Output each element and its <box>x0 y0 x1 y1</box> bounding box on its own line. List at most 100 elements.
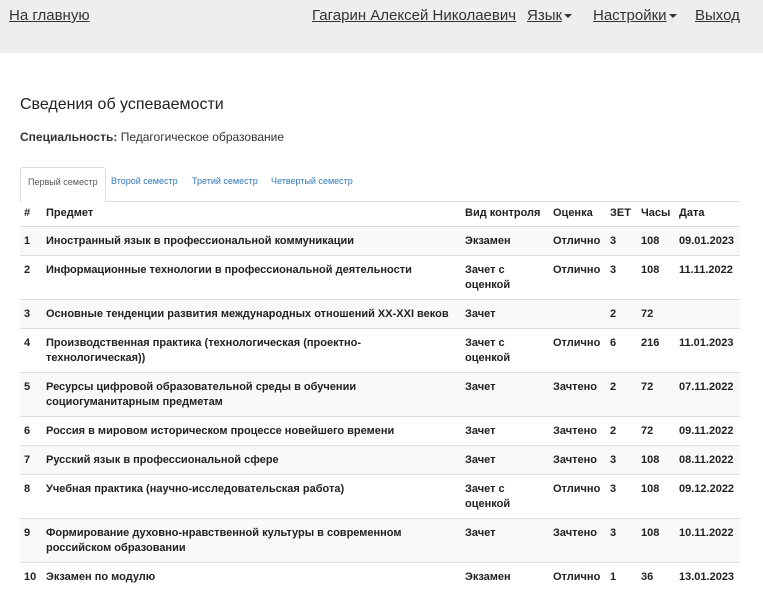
cell-date: 09.12.2022 <box>675 474 740 519</box>
cell-number: 5 <box>20 372 42 417</box>
cell-number: 6 <box>20 416 42 446</box>
cell-subject: Производственная практика (технологическ… <box>42 328 461 373</box>
header-control-type: Вид контроля <box>461 202 549 227</box>
cell-number: 9 <box>20 518 42 563</box>
cell-number: 2 <box>20 255 42 300</box>
specialty-info: Специальность: Педагогическое образовани… <box>20 130 284 144</box>
language-label: Язык <box>527 7 563 24</box>
caret-down-icon <box>564 14 573 19</box>
cell-control-type: Зачет <box>461 416 549 446</box>
table-row: 6 Россия в мировом историческом процессе … <box>20 416 740 446</box>
tab-first-semester[interactable]: Первый семестр <box>20 167 106 203</box>
cell-control-type: Зачет <box>461 518 549 563</box>
cell-control-type: Экзамен <box>461 226 549 256</box>
cell-subject: Русский язык в профессиональной сфере <box>42 445 461 475</box>
cell-credits: 3 <box>606 255 637 300</box>
table-row: 7 Русский язык в профессиональной сфере За… <box>20 445 740 475</box>
cell-hours: 72 <box>637 416 675 446</box>
header-hours: Часы <box>637 202 675 227</box>
cell-control-type: Зачет <box>461 372 549 417</box>
cell-number: 4 <box>20 328 42 373</box>
cell-number: 8 <box>20 474 42 519</box>
cell-grade <box>549 299 606 329</box>
cell-hours: 108 <box>637 445 675 475</box>
table-row: 9 Формирование духовно-нравственной культ… <box>20 518 740 563</box>
cell-grade: Зачтено <box>549 372 606 417</box>
cell-credits: 3 <box>606 474 637 519</box>
header-number: # <box>20 202 42 227</box>
cell-date: 09.01.2023 <box>675 226 740 256</box>
settings-label: Настройки <box>593 7 667 24</box>
cell-date: 07.11.2022 <box>675 372 740 417</box>
tab-third-semester[interactable]: Третий семестр <box>185 167 265 202</box>
cell-number: 3 <box>20 299 42 329</box>
cell-credits: 1 <box>606 562 637 591</box>
cell-number: 7 <box>20 445 42 475</box>
cell-hours: 72 <box>637 372 675 417</box>
cell-hours: 216 <box>637 328 675 373</box>
cell-subject: Учебная практика (научно-исследовательск… <box>42 474 461 519</box>
cell-credits: 2 <box>606 299 637 329</box>
cell-date: 08.11.2022 <box>675 445 740 475</box>
cell-control-type: Экзамен <box>461 562 549 591</box>
cell-credits: 2 <box>606 416 637 446</box>
table-header-row: # Предмет Вид контроля Оценка ЗЕТ Часы Д… <box>20 202 740 227</box>
cell-control-type: Зачет с оценкой <box>461 474 549 519</box>
cell-grade: Отлично <box>549 226 606 256</box>
cell-subject: Информационные технологии в профессионал… <box>42 255 461 300</box>
cell-date: 10.11.2022 <box>675 518 740 563</box>
cell-control-type: Зачет <box>461 299 549 329</box>
home-link[interactable]: На главную <box>9 7 90 24</box>
header-credits: ЗЕТ <box>606 202 637 227</box>
cell-date: 13.01.2023 <box>675 562 740 591</box>
cell-number: 10 <box>20 562 42 591</box>
specialty-label: Специальность: <box>20 130 118 144</box>
cell-grade: Отлично <box>549 474 606 519</box>
cell-date <box>675 299 740 329</box>
table-row: 2 Информационные технологии в профессиона… <box>20 255 740 300</box>
cell-grade: Зачтено <box>549 445 606 475</box>
tab-second-semester[interactable]: Второй семестр <box>104 167 185 202</box>
cell-number: 1 <box>20 226 42 256</box>
table-row: 5 Ресурсы цифровой образовательной среды … <box>20 372 740 417</box>
cell-grade: Отлично <box>549 255 606 300</box>
cell-subject: Экзамен по модулю <box>42 562 461 591</box>
table-row: 4 Производственная практика (технологичес… <box>20 328 740 373</box>
semester-tabs: Первый семестр Второй семестр Третий сем… <box>20 167 740 203</box>
grades-table: # Предмет Вид контроля Оценка ЗЕТ Часы Д… <box>20 202 740 591</box>
cell-credits: 3 <box>606 518 637 563</box>
cell-subject: Формирование духовно-нравственной культу… <box>42 518 461 563</box>
cell-control-type: Зачет <box>461 445 549 475</box>
header-grade: Оценка <box>549 202 606 227</box>
table-row: 10 Экзамен по модулю Экзамен Отлично 1 36 13.0… <box>20 562 740 591</box>
cell-date: 11.01.2023 <box>675 328 740 373</box>
cell-hours: 108 <box>637 255 675 300</box>
header-subject: Предмет <box>42 202 461 227</box>
settings-dropdown[interactable]: Настройки <box>593 7 677 24</box>
logout-link[interactable]: Выход <box>695 7 740 24</box>
cell-subject: Ресурсы цифровой образовательной среды в… <box>42 372 461 417</box>
table-row: 3 Основные тенденции развития международн… <box>20 299 740 329</box>
cell-subject: Иностранный язык в профессиональной комм… <box>42 226 461 256</box>
cell-credits: 6 <box>606 328 637 373</box>
specialty-value: Педагогическое образование <box>120 130 284 144</box>
cell-credits: 2 <box>606 372 637 417</box>
cell-hours: 108 <box>637 226 675 256</box>
user-profile-link[interactable]: Гагарин Алексей Николаевич <box>312 7 516 24</box>
cell-credits: 3 <box>606 226 637 256</box>
cell-grade: Зачтено <box>549 518 606 563</box>
page-title: Сведения об успеваемости <box>20 96 224 113</box>
caret-down-icon <box>668 14 677 19</box>
table-row: 8 Учебная практика (научно-исследовательс… <box>20 474 740 519</box>
table-row: 1 Иностранный язык в профессиональной ком… <box>20 226 740 256</box>
cell-grade: Отлично <box>549 328 606 373</box>
header-date: Дата <box>675 202 740 227</box>
cell-hours: 108 <box>637 474 675 519</box>
cell-date: 09.11.2022 <box>675 416 740 446</box>
cell-subject: Россия в мировом историческом процессе н… <box>42 416 461 446</box>
cell-hours: 36 <box>637 562 675 591</box>
cell-grade: Отлично <box>549 562 606 591</box>
cell-credits: 3 <box>606 445 637 475</box>
language-dropdown[interactable]: Язык <box>527 7 573 24</box>
tab-fourth-semester[interactable]: Четвертый семестр <box>264 167 360 202</box>
